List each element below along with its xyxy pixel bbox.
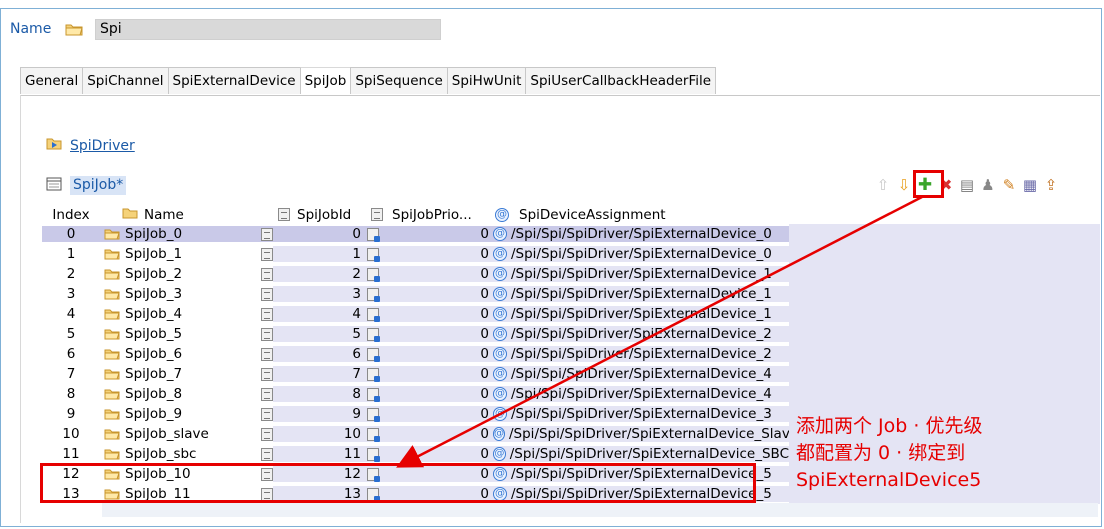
annotation-line-2: 都配置为 0 · 绑定到 <box>796 442 966 464</box>
annotation-line-1: 添加两个 Job · 优先级 <box>796 415 983 437</box>
annotation-text: 添加两个 Job · 优先级 都配置为 0 · 绑定到 SpiExternalD… <box>796 413 982 494</box>
annotation-line-3: SpiExternalDevice5 <box>796 469 982 491</box>
